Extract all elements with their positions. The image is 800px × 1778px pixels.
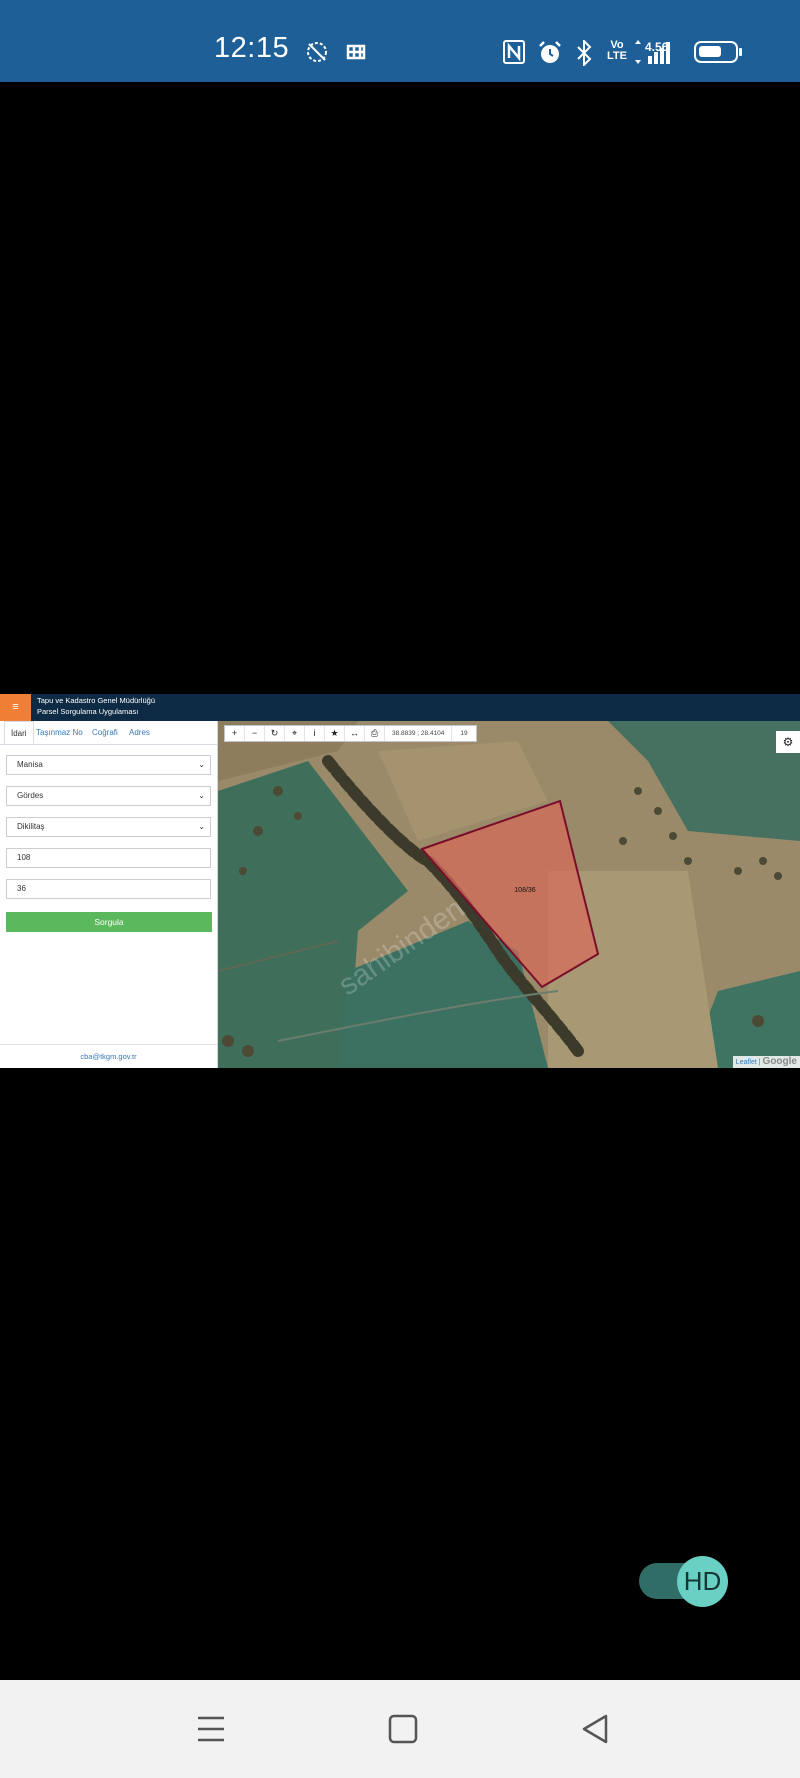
- zoom-level: 19: [460, 730, 468, 737]
- tab-cografi[interactable]: Coğrafi: [92, 721, 118, 744]
- star-icon[interactable]: ★: [325, 726, 345, 741]
- hd-toggle-knob: HD: [677, 1556, 728, 1607]
- locate-icon[interactable]: ⌖: [285, 726, 305, 741]
- app-title: Tapu ve Kadastro Genel Müdürlüğü Parsel …: [37, 695, 155, 717]
- measure-icon[interactable]: ↔: [345, 726, 365, 741]
- bluetooth-icon: [577, 40, 592, 66]
- map-attribution: Leaflet | Google: [732, 1056, 800, 1068]
- hamburger-menu-button[interactable]: ≡: [0, 694, 31, 721]
- refresh-icon[interactable]: ↻: [265, 726, 285, 741]
- tab-idari[interactable]: İdari: [4, 721, 34, 744]
- alarm-icon: [539, 41, 561, 63]
- info-icon[interactable]: i: [305, 726, 325, 741]
- zoom-in-icon[interactable]: +: [225, 726, 245, 741]
- parcel-label: 108/36: [514, 887, 536, 894]
- contact-email-link[interactable]: cba@tkgm.gov.tr: [0, 1044, 217, 1069]
- volte-icon: Vo LTE: [607, 39, 627, 62]
- parcel-query-app-screenshot: ≡ Tapu ve Kadastro Genel Müdürlüğü Parse…: [0, 694, 800, 1068]
- district-select[interactable]: Gördes ⌄: [6, 786, 211, 806]
- chevron-down-icon: ⌄: [198, 791, 205, 800]
- query-tabs: İdari Taşınmaz No Coğrafi Adres: [0, 721, 218, 745]
- menu-icon[interactable]: [186, 1704, 236, 1754]
- satellite-map[interactable]: sahibinden 108/36 + − ↻ ⌖ i ★ ↔ ⎙ 38.883…: [218, 721, 800, 1068]
- back-icon[interactable]: [570, 1704, 620, 1754]
- tab-adres[interactable]: Adres: [129, 721, 150, 744]
- tab-tasinmaz-no[interactable]: Taşınmaz No: [36, 721, 83, 744]
- province-select[interactable]: Manisa ⌄: [6, 755, 211, 775]
- app-header: ≡ Tapu ve Kadastro Genel Müdürlüğü Parse…: [0, 694, 800, 721]
- app-title-line1: Tapu ve Kadastro Genel Müdürlüğü: [37, 696, 155, 705]
- neighborhood-select[interactable]: Dikilitaş ⌄: [6, 817, 211, 837]
- status-time: 12:15: [214, 32, 290, 64]
- neighborhood-select-value: Dikilitaş: [17, 822, 45, 831]
- print-icon[interactable]: ⎙: [365, 726, 385, 741]
- query-side-panel: İdari Taşınmaz No Coğrafi Adres Manisa ⌄…: [0, 721, 218, 1068]
- district-select-value: Gördes: [17, 791, 44, 800]
- status-bar: 12:15 Vo LTE 4.56: [0, 0, 800, 82]
- navigation-bar: [0, 1680, 800, 1778]
- leaflet-link[interactable]: Leaflet: [736, 1059, 757, 1066]
- google-logo: Google: [762, 1056, 797, 1067]
- hd-toggle[interactable]: HD: [639, 1556, 729, 1607]
- nfc-icon: [503, 40, 525, 64]
- query-button[interactable]: Sorgula: [6, 912, 212, 932]
- parcel-no-input[interactable]: 36: [6, 879, 211, 899]
- no-sound-icon: [307, 42, 327, 62]
- province-select-value: Manisa: [17, 760, 43, 769]
- coordinate-readout: 38.8839 ; 28.4104: [385, 726, 453, 741]
- chevron-down-icon: ⌄: [198, 760, 205, 769]
- map-toolbar: + − ↻ ⌖ i ★ ↔ ⎙ 38.8839 ; 28.4104 19: [224, 725, 477, 742]
- gear-icon[interactable]: ⚙: [776, 731, 800, 753]
- chevron-down-icon: ⌄: [198, 822, 205, 831]
- app-title-line2: Parsel Sorgulama Uygulaması: [37, 707, 139, 716]
- battery-icon: [694, 41, 742, 63]
- zoom-out-icon[interactable]: −: [245, 726, 265, 741]
- b-app-icon: [346, 44, 366, 60]
- signal-icon: [635, 40, 670, 64]
- home-icon[interactable]: [378, 1704, 428, 1754]
- block-no-input[interactable]: 108: [6, 848, 211, 868]
- satellite-imagery: sahibinden 108/36: [218, 721, 800, 1068]
